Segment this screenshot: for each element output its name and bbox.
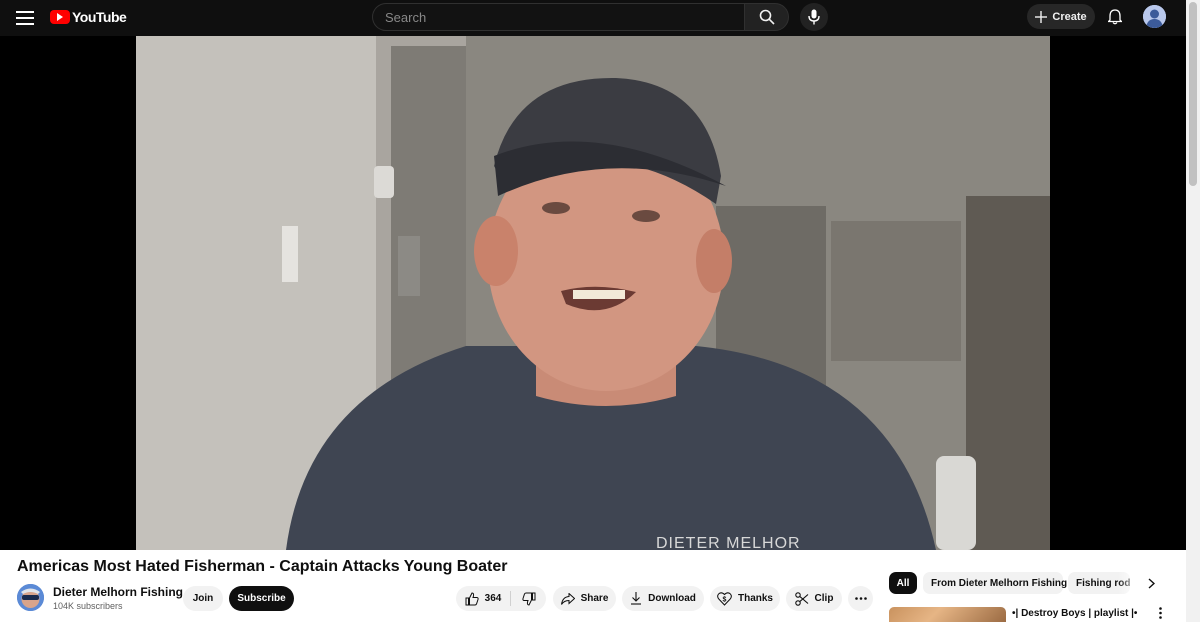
video-player[interactable]: DIETER MELHOR [0,36,1186,550]
user-avatar-icon [1143,5,1166,28]
more-horizontal-icon [854,597,867,600]
recommendation-thumbnail[interactable] [889,607,1006,622]
heart-dollar-icon: $ [717,591,732,606]
plus-icon [1035,10,1048,23]
create-button[interactable]: Create [1027,4,1095,29]
chip-fade-overlay [1118,572,1140,594]
thanks-button[interactable]: $ Thanks [710,586,780,611]
like-button[interactable]: 364 [456,586,510,611]
recommendation-more-button[interactable] [1153,607,1167,622]
video-title: Americas Most Hated Fisherman - Captain … [17,558,508,575]
thanks-label: Thanks [737,593,773,604]
subscriber-count: 104K subscribers [53,601,123,611]
video-still-image: DIETER MELHOR [136,36,1050,550]
chevron-right-icon [1148,577,1155,589]
search-button[interactable] [744,3,789,31]
like-count: 364 [484,593,502,604]
scissors-icon [794,591,808,606]
menu-button[interactable] [13,6,37,30]
like-dislike-group: 364 [456,586,546,611]
bell-icon [1108,9,1122,25]
account-avatar[interactable] [1143,5,1166,28]
share-label: Share [580,593,609,604]
hamburger-icon [16,11,34,25]
chip-from-channel[interactable]: From Dieter Melhorn Fishing [923,572,1067,594]
chip-all[interactable]: All [889,572,917,594]
clip-button[interactable]: Clip [786,586,842,611]
search-input[interactable] [372,3,744,31]
chips-next-button[interactable] [1142,574,1160,592]
join-label: Join [192,593,214,604]
channel-avatar[interactable] [17,584,44,611]
video-frame[interactable]: DIETER MELHOR [136,36,1050,550]
mic-icon [808,9,820,25]
download-label: Download [648,593,696,604]
channel-logo-icon [17,584,44,611]
notifications-button[interactable] [1104,6,1126,28]
page-scrollbar[interactable] [1186,0,1200,622]
join-button[interactable]: Join [183,586,223,611]
search-box [372,3,789,31]
create-label: Create [1052,10,1087,23]
scrollbar-thumb[interactable] [1189,2,1197,186]
thumbs-up-icon [465,591,479,605]
search-icon [759,9,775,25]
recommendation-title[interactable]: •| Destroy Boys | playlist |• [1012,608,1137,619]
shirt-logo-text: DIETER MELHOR [656,535,801,550]
share-button[interactable]: Share [553,586,616,611]
clip-label: Clip [814,593,834,604]
more-vertical-icon [1158,607,1162,619]
masthead: YouTube Create [0,0,1186,36]
share-arrow-icon [560,592,575,605]
thumbs-down-icon [521,592,535,606]
download-icon [631,592,642,605]
subscribe-button[interactable]: Subscribe [229,586,294,611]
channel-name[interactable]: Dieter Melhorn Fishing [53,585,183,599]
youtube-watch-page: YouTube Create [0,0,1200,622]
youtube-logo[interactable]: YouTube [50,8,127,26]
dislike-button[interactable] [511,586,546,611]
svg-text:$: $ [723,596,727,603]
play-logo-icon [50,10,70,24]
download-button[interactable]: Download [622,586,704,611]
logo-text: YouTube [72,9,127,25]
subscribe-label: Subscribe [237,593,286,604]
more-actions-button[interactable] [848,586,873,611]
voice-search-button[interactable] [800,3,828,31]
